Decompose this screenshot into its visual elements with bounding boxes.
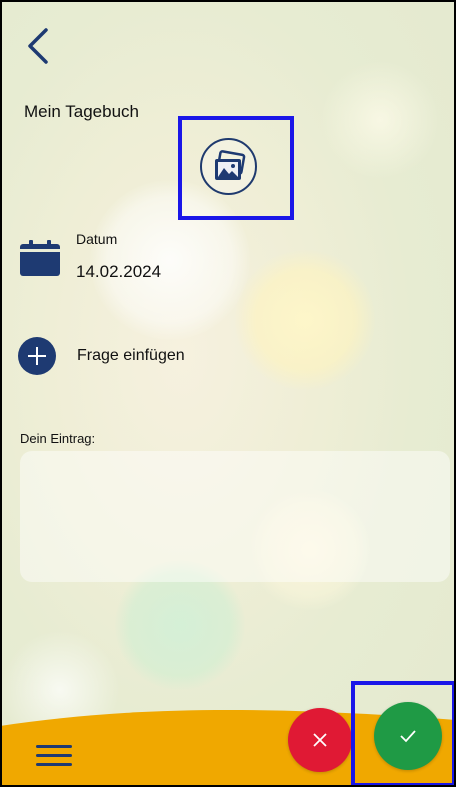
entry-label: Dein Eintrag: bbox=[20, 431, 96, 446]
page-title: Mein Tagebuch bbox=[24, 102, 139, 121]
background-bokeh bbox=[320, 60, 440, 180]
diary-screen: Mein Tagebuch Datum 14.02.2024 Frage ein… bbox=[0, 0, 456, 787]
plus-icon bbox=[18, 337, 56, 375]
chevron-left-icon bbox=[28, 28, 48, 64]
add-question-button[interactable]: Frage einfügen bbox=[18, 336, 185, 376]
close-icon bbox=[313, 733, 327, 747]
cancel-button[interactable] bbox=[288, 708, 352, 772]
date-label: Datum bbox=[76, 231, 118, 247]
back-button[interactable] bbox=[24, 26, 54, 66]
highlight-box-image bbox=[178, 116, 294, 220]
add-question-label: Frage einfügen bbox=[77, 347, 185, 364]
highlight-box-confirm bbox=[351, 681, 456, 787]
background-bokeh bbox=[235, 250, 375, 390]
date-value[interactable]: 14.02.2024 bbox=[76, 262, 161, 282]
calendar-icon bbox=[20, 240, 60, 276]
menu-icon[interactable] bbox=[36, 745, 72, 767]
entry-textarea[interactable] bbox=[20, 451, 450, 582]
